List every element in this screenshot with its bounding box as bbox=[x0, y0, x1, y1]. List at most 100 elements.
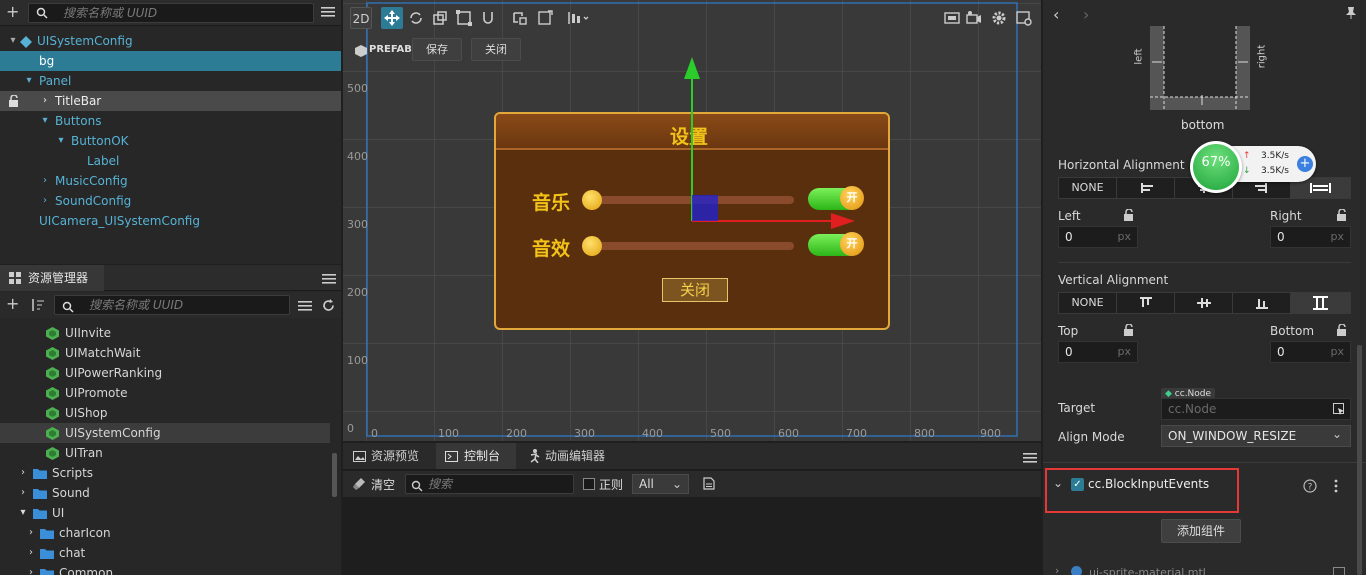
save-button[interactable]: 保存 bbox=[412, 38, 462, 61]
back-icon[interactable]: ‹ bbox=[1053, 5, 1059, 24]
chevron-down-icon[interactable]: ▾ bbox=[24, 71, 34, 91]
add-icon[interactable]: + bbox=[6, 296, 19, 312]
v-stretch-icon[interactable] bbox=[1291, 293, 1350, 313]
folder-ui[interactable]: ▾ UI bbox=[0, 503, 330, 523]
folder-sound[interactable]: › Sound bbox=[0, 483, 330, 503]
list-item-uishop[interactable]: UIShop bbox=[0, 403, 330, 423]
sound-slider[interactable] bbox=[590, 242, 794, 250]
tree-node-titlebar[interactable]: › TitleBar bbox=[0, 91, 341, 111]
add-component-button[interactable]: 添加组件 bbox=[1161, 519, 1241, 543]
bottom-input[interactable]: 0 px bbox=[1270, 341, 1351, 363]
hierarchy-search-input[interactable]: 搜索名称或 UUID bbox=[28, 3, 314, 23]
align-left-icon[interactable] bbox=[1117, 178, 1175, 198]
console-search-input[interactable]: 搜索 bbox=[405, 474, 574, 494]
target-field[interactable]: cc.Node bbox=[1161, 398, 1351, 420]
tab-console[interactable]: 控制台 bbox=[436, 443, 516, 469]
top-input[interactable]: 0 px bbox=[1058, 341, 1138, 363]
chevron-right-icon[interactable]: › bbox=[40, 91, 50, 111]
lock-icon[interactable] bbox=[1336, 324, 1348, 336]
tree-node-soundconfig[interactable]: › SoundConfig bbox=[0, 191, 341, 211]
tree-node-bg[interactable]: bg bbox=[0, 51, 341, 71]
log-level-select[interactable]: All ⌄ bbox=[632, 474, 689, 494]
folder-scripts[interactable]: › Scripts bbox=[0, 463, 330, 483]
list-item-uipowerranking[interactable]: UIPowerRanking bbox=[0, 363, 330, 383]
unlock-icon[interactable] bbox=[8, 95, 20, 107]
music-slider-handle[interactable] bbox=[582, 190, 602, 210]
tree-node-buttons[interactable]: ▾ Buttons bbox=[0, 111, 341, 131]
v-align-none[interactable]: NONE bbox=[1059, 293, 1117, 313]
chevron-right-icon[interactable]: › bbox=[26, 563, 36, 575]
align-mode-select[interactable]: ON_WINDOW_RESIZE ⌄ bbox=[1161, 425, 1351, 447]
list-item-uimatchwait[interactable]: UIMatchWait bbox=[0, 343, 330, 363]
tab-assets[interactable]: 资源管理器 bbox=[0, 265, 104, 291]
refresh-icon[interactable] bbox=[322, 299, 335, 312]
assets-search-input[interactable]: 搜索名称或 UUID bbox=[54, 295, 290, 315]
lock-icon[interactable] bbox=[1123, 209, 1135, 221]
sort-icon[interactable] bbox=[30, 299, 44, 311]
assets-scrollbar[interactable] bbox=[332, 453, 337, 497]
dialog-close-button[interactable]: 关闭 bbox=[662, 278, 728, 302]
pivot-tool-icon[interactable] bbox=[509, 7, 531, 29]
folder-chat[interactable]: › chat bbox=[0, 543, 330, 563]
camera-icon[interactable] bbox=[963, 7, 985, 29]
rotate-tool-icon[interactable] bbox=[405, 7, 427, 29]
help-icon[interactable]: ? bbox=[1303, 479, 1317, 493]
list-item-uisystemconfig[interactable]: UISystemConfig bbox=[0, 423, 330, 443]
tab-animation-editor[interactable]: 动画编辑器 bbox=[517, 443, 621, 469]
lock-icon[interactable] bbox=[1336, 209, 1348, 221]
close-prefab-button[interactable]: 关闭 bbox=[471, 38, 521, 61]
lock-icon[interactable] bbox=[1123, 324, 1135, 336]
list-menu-icon[interactable] bbox=[321, 6, 335, 18]
left-input[interactable]: 0 px bbox=[1058, 226, 1138, 248]
snap-tool-icon[interactable] bbox=[477, 7, 499, 29]
view-icon[interactable] bbox=[941, 7, 963, 29]
list-item-uipromote[interactable]: UIPromote bbox=[0, 383, 330, 403]
tab-asset-preview[interactable]: 资源预览 bbox=[343, 443, 435, 469]
mode-2d-button[interactable]: 2D bbox=[350, 7, 372, 29]
sound-slider-handle[interactable] bbox=[582, 236, 602, 256]
chevron-down-icon[interactable]: ▾ bbox=[8, 31, 18, 51]
gear-icon[interactable] bbox=[988, 7, 1010, 29]
panel-menu-icon[interactable] bbox=[322, 273, 336, 285]
pin-icon[interactable] bbox=[1345, 6, 1357, 19]
align-tool-icon[interactable] bbox=[565, 7, 591, 29]
align-top-icon[interactable] bbox=[1117, 293, 1175, 313]
scene-view[interactable]: 2D PREFAB 保存 关闭 500 400 300 200 100 0 0 … bbox=[343, 0, 1041, 441]
tree-node-musicconfig[interactable]: › MusicConfig bbox=[0, 171, 341, 191]
list-item-uitran[interactable]: UITran bbox=[0, 443, 330, 463]
open-icon[interactable] bbox=[1333, 567, 1345, 575]
tree-node-panel[interactable]: ▾ Panel bbox=[0, 71, 341, 91]
h-align-none[interactable]: NONE bbox=[1059, 178, 1117, 198]
align-middle-icon[interactable] bbox=[1175, 293, 1233, 313]
inspector-scrollbar[interactable] bbox=[1357, 345, 1362, 575]
tree-node-uisystemconfig[interactable]: ▾ UISystemConfig bbox=[0, 31, 341, 51]
coord-tool-icon[interactable] bbox=[534, 7, 556, 29]
chevron-right-icon[interactable]: › bbox=[40, 191, 50, 211]
chevron-right-icon[interactable]: › bbox=[18, 483, 28, 503]
folder-common[interactable]: › Common bbox=[0, 563, 330, 575]
regex-checkbox[interactable] bbox=[583, 478, 595, 490]
panel-menu-icon[interactable] bbox=[1023, 452, 1037, 464]
chevron-right-icon[interactable]: › bbox=[40, 171, 50, 191]
target-picker-icon[interactable] bbox=[1333, 403, 1345, 415]
plus-circle-icon[interactable]: + bbox=[1297, 156, 1313, 172]
clear-button[interactable]: 清空 bbox=[371, 476, 395, 493]
tree-node-label[interactable]: Label bbox=[0, 151, 341, 171]
chevron-right-icon[interactable]: › bbox=[26, 543, 36, 563]
chevron-right-icon[interactable]: › bbox=[18, 463, 28, 483]
add-icon[interactable]: + bbox=[6, 4, 22, 20]
tree-node-uicamera[interactable]: UICamera_UISystemConfig bbox=[0, 211, 341, 231]
align-bottom-icon[interactable] bbox=[1233, 293, 1291, 313]
tree-node-buttonok[interactable]: ▾ ButtonOK bbox=[0, 131, 341, 151]
right-input[interactable]: 0 px bbox=[1270, 226, 1351, 248]
chevron-down-icon[interactable]: ▾ bbox=[56, 131, 66, 151]
chevron-right-icon[interactable]: › bbox=[26, 523, 36, 543]
more-icon[interactable] bbox=[1333, 479, 1339, 493]
forward-icon[interactable]: › bbox=[1083, 5, 1089, 24]
folder-charicon[interactable]: › charIcon bbox=[0, 523, 330, 543]
scale-tool-icon[interactable] bbox=[429, 7, 451, 29]
broom-icon[interactable] bbox=[352, 477, 366, 491]
list-item-uiinvite[interactable]: UIInvite bbox=[0, 323, 330, 343]
scene-settings-icon[interactable] bbox=[1013, 7, 1035, 29]
network-percent-ring[interactable]: 67% bbox=[1190, 141, 1242, 193]
